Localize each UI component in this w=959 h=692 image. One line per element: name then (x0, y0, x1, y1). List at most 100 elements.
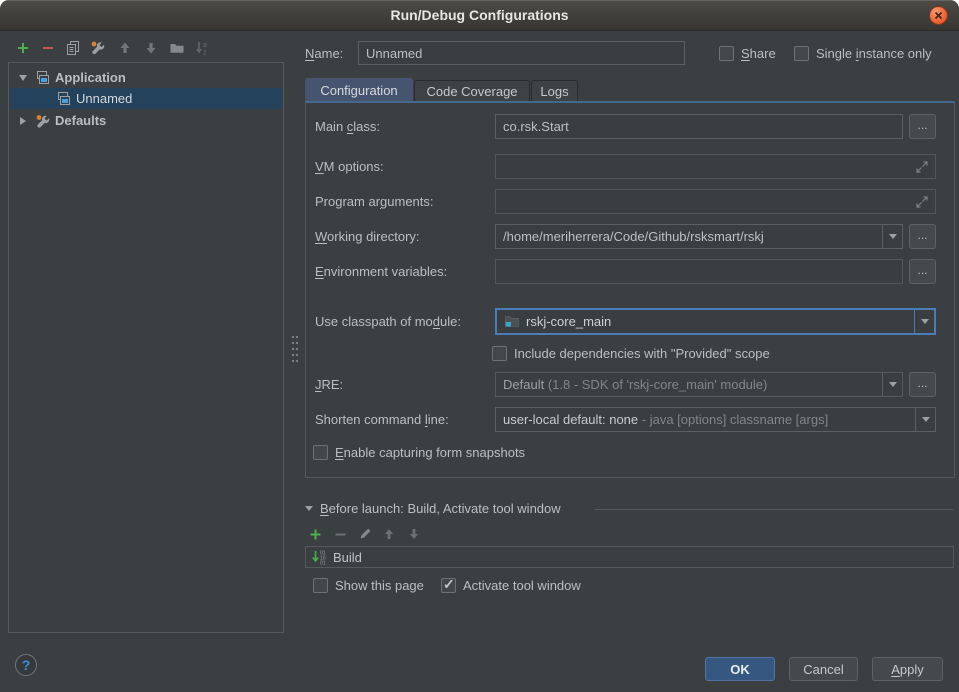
activate-tool-window-label: Activate tool window (463, 578, 581, 593)
checkbox-box (794, 46, 809, 61)
show-this-page-checkbox[interactable]: Show this page (313, 577, 424, 593)
dropdown-arrow-icon[interactable] (914, 310, 934, 333)
before-launch-title: Before launch: Build, Activate tool wind… (320, 501, 561, 516)
single-instance-checkbox[interactable]: Single instance only (794, 45, 932, 61)
checkbox-box (492, 346, 507, 361)
use-classpath-combo[interactable]: rskj-core_main (495, 308, 936, 335)
before-launch-header[interactable]: Before launch: Build, Activate tool wind… (305, 501, 561, 516)
before-launch-item-build[interactable]: 01 10 01 Build (305, 546, 954, 568)
main-class-browse-button[interactable]: ... (909, 114, 936, 139)
tree-item-unnamed[interactable]: Unnamed (10, 88, 282, 109)
build-icon: 01 10 01 (311, 549, 328, 566)
cancel-button[interactable]: Cancel (789, 657, 858, 681)
pencil-icon (358, 527, 372, 541)
add-configuration-button[interactable] (14, 39, 32, 57)
checkbox-box (441, 578, 456, 593)
module-icon (504, 314, 520, 329)
chevron-down-icon[interactable] (19, 75, 27, 81)
wrench-icon (90, 40, 106, 56)
dropdown-arrow-icon[interactable] (882, 225, 902, 248)
svg-text:z: z (203, 50, 207, 57)
tab-logs[interactable]: Logs (531, 80, 578, 102)
checkbox-box (719, 46, 734, 61)
before-launch-add-button[interactable] (306, 525, 324, 543)
show-this-page-label: Show this page (335, 578, 424, 593)
working-directory-label: Working directory: (315, 224, 420, 249)
expand-field-icon[interactable] (914, 194, 930, 210)
share-label: Share (741, 46, 776, 61)
activate-tool-window-checkbox[interactable]: Activate tool window (441, 577, 581, 593)
single-instance-label: Single instance only (816, 46, 932, 61)
capture-snapshots-checkbox[interactable]: Enable capturing form snapshots (313, 444, 525, 460)
application-icon (35, 71, 51, 85)
copy-icon (65, 40, 81, 56)
program-arguments-label: Program arguments: (315, 189, 434, 214)
tab-code-coverage[interactable]: Code Coverage (414, 80, 530, 102)
add-icon (16, 41, 30, 55)
apply-button[interactable]: Apply (872, 657, 943, 681)
help-button[interactable]: ? (15, 654, 37, 676)
question-mark-icon: ? (22, 657, 31, 673)
use-classpath-label: Use classpath of module: (315, 309, 461, 334)
before-launch-remove-button[interactable] (331, 525, 349, 543)
working-directory-browse-button[interactable]: ... (909, 224, 936, 249)
dropdown-arrow-icon[interactable] (882, 373, 902, 396)
arrow-down-icon (407, 527, 421, 541)
remove-icon (41, 41, 55, 55)
panel-splitter[interactable] (291, 334, 298, 366)
vm-options-field[interactable] (495, 154, 936, 179)
titlebar[interactable]: Run/Debug Configurations (0, 0, 959, 31)
move-up-button[interactable] (116, 39, 134, 57)
create-folder-button[interactable] (168, 39, 186, 57)
configurations-tree: Application Unnamed Defaults (8, 62, 284, 633)
dialog-title: Run/Debug Configurations (0, 0, 959, 31)
jre-label: JRE: (315, 372, 343, 397)
remove-configuration-button[interactable] (39, 39, 57, 57)
environment-variables-browse-button[interactable]: ... (909, 259, 936, 284)
environment-variables-field[interactable] (495, 259, 903, 284)
tree-item-label: Defaults (55, 113, 106, 128)
sort-alphabetically-icon: a z (195, 40, 211, 56)
arrow-up-icon (382, 527, 396, 541)
tab-configuration[interactable]: Configuration (305, 78, 413, 102)
tree-item-application[interactable]: Application (10, 67, 282, 88)
wrench-icon (35, 113, 51, 129)
edit-defaults-button[interactable] (89, 39, 107, 57)
folder-icon (169, 40, 185, 56)
jre-browse-button[interactable]: ... (909, 372, 936, 397)
section-divider (595, 509, 953, 510)
before-launch-edit-button[interactable] (356, 525, 374, 543)
application-icon (56, 92, 72, 106)
share-checkbox[interactable]: Share (719, 45, 776, 61)
tree-item-defaults[interactable]: Defaults (10, 110, 282, 131)
checkbox-box (313, 578, 328, 593)
name-input[interactable] (358, 41, 685, 65)
ok-button[interactable]: OK (705, 657, 775, 681)
include-provided-label: Include dependencies with "Provided" sco… (514, 346, 770, 361)
move-down-button[interactable] (142, 39, 160, 57)
main-class-field[interactable]: co.rsk.Start (495, 114, 903, 139)
expand-field-icon[interactable] (914, 159, 930, 175)
shorten-command-line-label: Shorten command line: (315, 407, 449, 432)
close-button[interactable] (929, 6, 948, 25)
before-launch-move-down-button[interactable] (405, 525, 423, 543)
svg-text:a: a (203, 42, 207, 49)
chevron-down-icon[interactable] (305, 506, 313, 511)
copy-configuration-button[interactable] (64, 39, 82, 57)
environment-variables-label: Environment variables: (315, 259, 447, 284)
program-arguments-field[interactable] (495, 189, 936, 214)
dropdown-arrow-icon[interactable] (915, 408, 935, 431)
main-class-label: Main class: (315, 114, 380, 139)
svg-text:01: 01 (320, 560, 326, 566)
tree-item-label: Application (55, 70, 126, 85)
include-provided-checkbox[interactable]: Include dependencies with "Provided" sco… (492, 345, 770, 361)
shorten-command-line-combo[interactable]: user-local default: none - java [options… (495, 407, 936, 432)
name-label: Name: (305, 41, 343, 66)
close-icon (934, 11, 943, 20)
arrow-down-icon (143, 40, 159, 56)
working-directory-combo[interactable]: /home/meriherrera/Code/Github/rsksmart/r… (495, 224, 903, 249)
sort-configurations-button[interactable]: a z (194, 39, 212, 57)
chevron-right-icon[interactable] (20, 117, 26, 125)
before-launch-move-up-button[interactable] (380, 525, 398, 543)
jre-combo[interactable]: Default (1.8 - SDK of 'rskj-core_main' m… (495, 372, 903, 397)
